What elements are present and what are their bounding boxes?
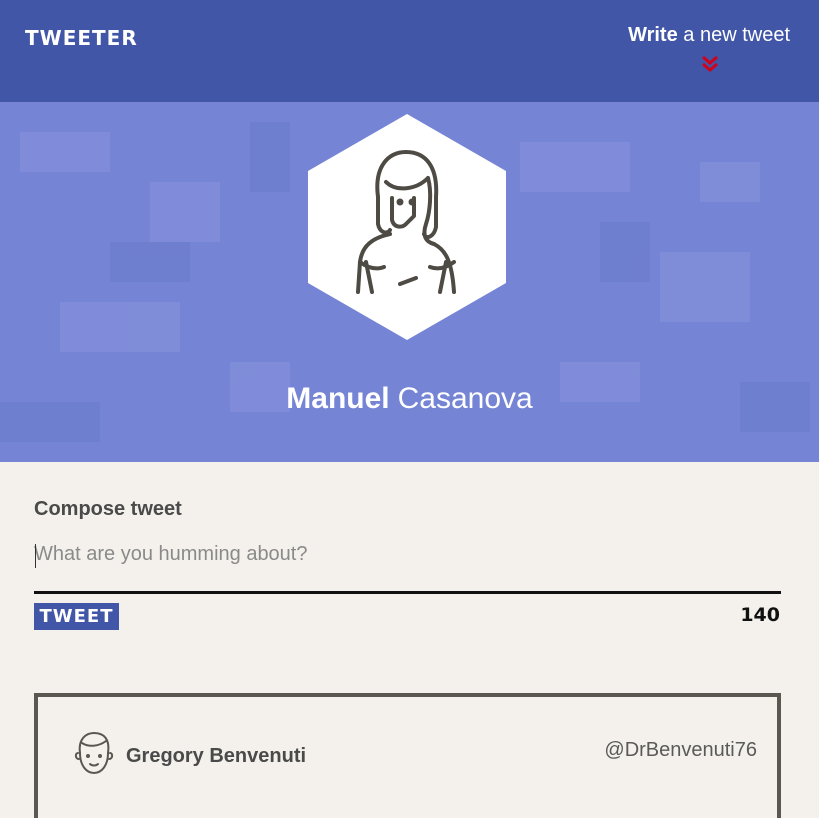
write-new-tweet-bold: Write [628,24,678,46]
write-new-tweet-rest: a new tweet [683,24,790,46]
user-avatar-icon[interactable] [72,729,116,777]
compose-title: Compose tweet [34,498,182,520]
character-counter: 140 [740,604,780,626]
top-nav: TWEETER Write a new tweet [0,0,819,102]
profile-last-name: Casanova [397,382,533,415]
brand-logo[interactable]: TWEETER [25,26,138,50]
tweet-card: Gregory Benvenuti @DrBenvenuti76 [34,693,781,818]
profile-avatar[interactable] [306,112,508,342]
write-new-tweet-link[interactable]: Write a new tweet [628,24,790,47]
double-chevron-down-icon[interactable] [700,54,720,74]
tweet-author-handle[interactable]: @DrBenvenuti76 [604,739,757,762]
profile-first-name: Manuel [286,382,390,415]
tweet-author-name[interactable]: Gregory Benvenuti [126,745,306,768]
profile-name: Manuel Casanova [0,382,819,416]
tweet-button[interactable]: TWEET [34,603,119,630]
profile-hero: Manuel Casanova [0,102,819,462]
tweet-input[interactable] [34,538,781,594]
text-caret [35,544,36,568]
